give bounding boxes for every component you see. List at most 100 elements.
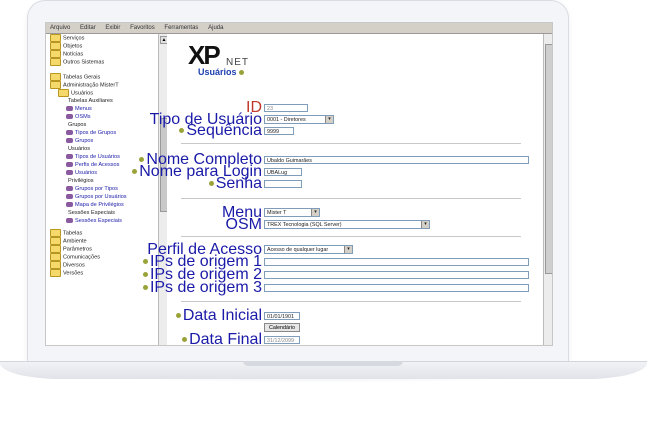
folder-icon [50,81,61,89]
sidebar-item-label: Serviços [63,35,85,42]
sidebar-item-label: Diversos [63,262,85,269]
sidebar-item[interactable]: Tipos de Usuários [66,153,120,161]
sidebar-item-label: Grupos [75,138,94,144]
sidebar-item[interactable]: Parâmetros [50,245,92,253]
sidebar-item[interactable]: Perfis de Acessos [66,161,119,169]
help-icon[interactable] [175,313,181,319]
sidebar-item[interactable]: Tipos de Grupos [66,129,116,137]
menu-select-value: Mister T [267,210,287,216]
sidebar-item[interactable]: OSMs [66,113,91,121]
sidebar-item-label: Notícias [63,51,84,58]
help-icon[interactable] [142,272,148,278]
sidebar-item[interactable]: Administração MisterT [50,81,119,89]
sidebar-item[interactable]: Usuários [66,169,97,177]
folder-icon [50,73,61,81]
login-field[interactable]: UBALug [264,168,302,176]
folder-icon [50,261,61,269]
data-ini-label-text: Data Inicial [182,307,262,324]
sidebar-item[interactable]: Grupos por Tipos [66,185,118,193]
nome-field[interactable]: Ubaldo Guimarães [264,156,529,164]
help-icon[interactable] [182,337,188,343]
folder-icon [58,89,69,97]
sidebar-item[interactable]: Objetos [50,42,82,50]
sidebar-item[interactable]: Privilégios [68,177,94,185]
chevron-down-icon[interactable]: ▾ [421,221,429,228]
sidebar-item-label: Perfis de Acessos [75,162,120,168]
chevron-down-icon[interactable]: ▾ [311,209,319,216]
osm-label: OSM [225,216,262,233]
menu-exibir[interactable]: Exibir [101,23,124,33]
tipo-select-value: 0001 - Diretores [267,117,306,123]
ip2-field[interactable] [264,271,529,279]
xpnet-logo: XP NET [188,41,248,69]
sidebar-item[interactable]: Diversos [50,261,85,269]
perfil-select[interactable]: Acesso de qualquer lugar ▾ [264,245,353,254]
senha-field[interactable] [264,180,302,188]
sidebar-scrollbar[interactable]: ▲ [158,34,168,345]
sidebar-item[interactable]: Grupos por Usuários [66,193,127,201]
chevron-down-icon[interactable]: ▾ [325,116,333,123]
seq-field[interactable]: 9999 [264,127,294,135]
sidebar-item[interactable]: Serviços [50,34,84,42]
chevron-down-icon[interactable]: ▾ [344,246,352,253]
help-icon[interactable] [142,285,148,291]
id-field[interactable]: 23 [264,104,308,112]
menu-editar[interactable]: Editar [76,23,100,33]
sidebar-item[interactable]: Menus [66,105,92,113]
sidebar-item-label: Parâmetros [63,246,92,253]
data-fim-label-text: Data Final [189,331,262,346]
sidebar-item-label: Usuários [68,146,91,152]
sidebar-item-label: Objetos [63,43,83,50]
perfil-select-value: Acesso de qualquer lugar [267,247,329,253]
data-fim-field[interactable]: 31/12/2099 [264,336,300,344]
sidebar-item-label: Comunicações [63,254,100,261]
sidebar-item-label: Menus [75,106,92,112]
sidebar-item[interactable]: Versões [50,269,83,277]
sidebar-item[interactable]: Sessões Especiais [68,209,115,217]
content-scroll-thumb[interactable] [545,44,552,274]
sidebar-item[interactable]: Grupos [66,137,93,145]
sidebar-item-label: Usuários [75,170,98,176]
sidebar-item[interactable]: Usuários [68,145,90,153]
menu-ajuda[interactable]: Ajuda [204,23,227,33]
sidebar-item[interactable]: Mapa de Privilégios [66,201,124,209]
sidebar-item[interactable]: Tabelas Gerais [50,73,100,81]
sidebar-item-label: Tabelas Gerais [63,74,101,81]
tipo-select[interactable]: 0001 - Diretores ▾ [264,115,334,124]
sidebar-item[interactable]: Notícias [50,50,83,58]
sidebar-item[interactable]: Tabelas Auxiliares [68,97,113,105]
laptop-screen: Arquivo Editar Exibir Favoritos Ferramen… [45,22,553,346]
sidebar-item[interactable]: Grupos [68,121,86,129]
menu-arquivo[interactable]: Arquivo [46,23,74,33]
sidebar-item-label: Sessões Especiais [75,218,122,224]
help-icon[interactable] [179,128,185,134]
divider [181,198,521,199]
menu-ferramentas[interactable]: Ferramentas [160,23,202,33]
menu-favoritos[interactable]: Favoritos [126,23,159,33]
sidebar-item[interactable]: Ambiente [50,237,87,245]
content-scrollbar[interactable] [543,34,552,345]
sidebar-item[interactable]: Comunicações [50,253,100,261]
divider [181,143,521,144]
data-ini-field[interactable]: 01/01/1901 [264,312,300,320]
key-icon [66,218,73,224]
help-icon[interactable] [142,259,148,265]
help-icon[interactable] [139,157,145,163]
help-icon[interactable] [208,181,214,187]
seq-label: Sequência [179,123,262,139]
sidebar-item[interactable]: Usuários [58,89,93,97]
help-icon[interactable] [132,169,138,175]
ip1-field[interactable] [264,258,529,266]
sidebar-item[interactable]: Outros Sistemas [50,58,104,66]
sidebar-item[interactable]: Tabelas [50,229,82,237]
sidebar-item[interactable]: Sessões Especiais [66,217,122,225]
key-icon [66,186,73,192]
key-icon [66,162,73,168]
menu-select[interactable]: Mister T ▾ [264,208,320,217]
osm-select[interactable]: TREX Tecnologia (SQL Server) ▾ [264,220,430,229]
ip3-field[interactable] [264,284,529,292]
help-icon[interactable] [238,70,244,76]
calendar-button[interactable]: Calendário [264,323,300,332]
folder-icon [50,269,61,277]
sidebar-item-label: Ambiente [63,238,87,245]
